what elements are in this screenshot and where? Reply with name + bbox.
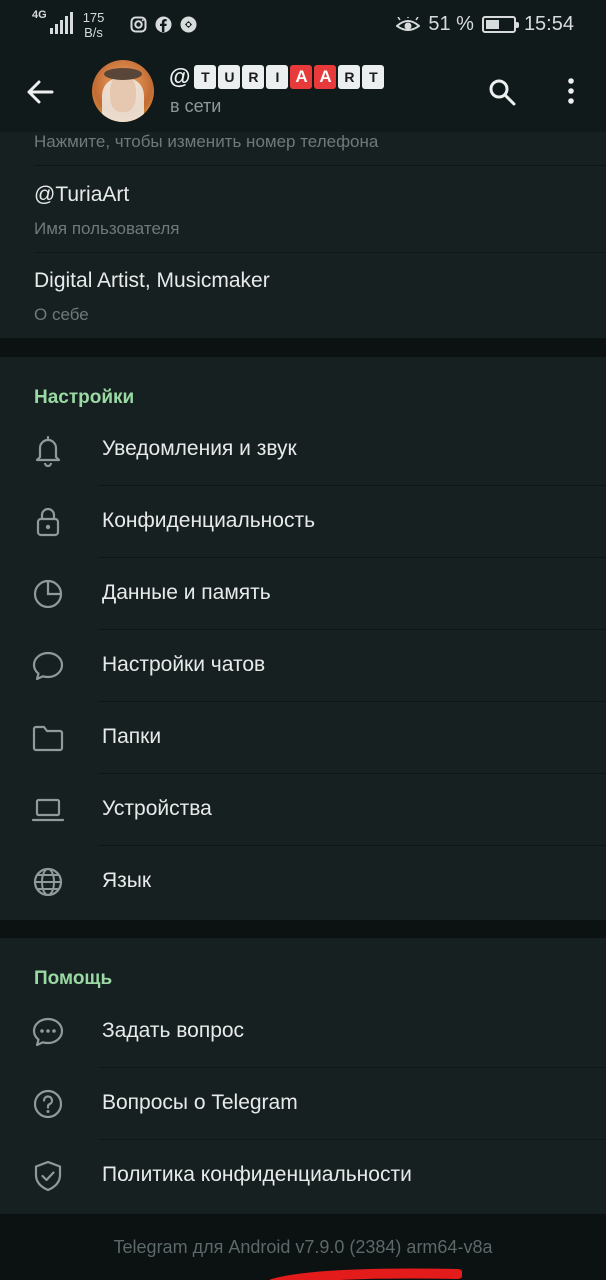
bell-icon [31,433,65,467]
name-tile: I [266,65,289,89]
name-tile: U [218,65,241,89]
app-version: Telegram для Android v7.9.0 (2384) arm64… [113,1237,493,1257]
help-item-label: Политика конфиденциальности [102,1163,412,1186]
name-tile: T [194,65,217,89]
network-indicator: 4G 175 B/s [32,9,105,41]
profile-header: @ T U R I A A R T в сети [0,54,606,132]
name-tile: A [290,65,313,89]
chat-bubble-icon [31,649,65,683]
battery-icon [481,16,519,33]
more-options-button[interactable] [562,76,580,106]
bio-label: О себе [34,305,89,324]
settings-title: Настройки [34,387,135,408]
help-item-telegram-faq[interactable]: Вопросы о Telegram [0,1068,606,1140]
help-item-ask-question[interactable]: Задать вопрос [0,996,606,1068]
help-item-privacy-policy[interactable]: Политика конфиденциальности [0,1140,606,1212]
search-icon [489,79,516,106]
phone-hint[interactable]: Нажмите, чтобы изменить номер телефона [34,132,378,152]
profile-name: @ T U R I A A R T [169,64,386,90]
status-bar: 4G 175 B/s 51 % 15:54 [0,0,606,54]
network-speed-unit: B/s [84,25,103,40]
help-title: Помощь [34,968,113,989]
folder-icon [31,721,65,755]
shield-check-icon [31,1159,65,1193]
settings-item-notifications[interactable]: Уведомления и звук [0,414,606,486]
username-value[interactable]: @TuriaArt [34,183,129,207]
more-vertical-icon [568,78,574,104]
game-icon [180,16,197,33]
instagram-icon [130,16,147,33]
help-item-label: Задать вопрос [102,1019,245,1042]
globe-icon [31,865,65,899]
settings-item-data-storage[interactable]: Данные и память [0,558,606,630]
settings-item-folders[interactable]: Папки [0,702,606,774]
footer: Telegram для Android v7.9.0 (2384) arm64… [0,1214,606,1280]
name-tile: A [314,65,337,89]
pie-chart-icon [31,577,65,611]
network-type: 4G [32,9,47,21]
arrow-left-icon [27,80,54,104]
network-speed: 175 B/s [83,10,105,40]
username-label: Имя пользователя [34,219,180,238]
settings-item-label: Папки [102,725,162,748]
network-speed-value: 175 [82,10,105,25]
signal-strength-icon [49,12,73,34]
profile-info: Нажмите, чтобы изменить номер телефона @… [0,132,606,338]
settings-item-label: Конфиденциальность [102,509,316,532]
name-tile: T [362,65,385,89]
battery-level [485,20,499,29]
battery-percent: 51 % [428,13,474,35]
chat-dots-icon [31,1015,65,1049]
settings-item-chat-settings[interactable]: Настройки чатов [0,630,606,702]
laptop-icon [31,793,65,827]
avatar[interactable] [92,60,154,122]
settings-section: Настройки Уведомления и звук Конфиденциа… [0,357,606,920]
notification-icons [130,16,197,33]
lock-icon [31,505,65,539]
back-button[interactable] [26,80,54,104]
clock: 15:54 [523,13,574,35]
red-scribble-mark [270,1268,462,1280]
search-button[interactable] [488,78,516,106]
help-item-label: Вопросы о Telegram [102,1091,298,1114]
settings-item-label: Устройства [102,797,212,820]
facebook-icon [155,16,172,33]
settings-item-language[interactable]: Язык [0,846,606,918]
help-section: Помощь Задать вопрос Вопросы о Telegram … [0,938,606,1214]
bio-value[interactable]: Digital Artist, Musicmaker [34,269,270,293]
name-tile: R [242,65,265,89]
status-right: 51 % 15:54 [396,13,574,36]
settings-item-label: Уведомления и звук [102,437,297,460]
eye-comfort-icon [396,16,421,33]
settings-item-label: Данные и память [102,581,271,604]
settings-item-devices[interactable]: Устройства [0,774,606,846]
question-circle-icon [31,1087,65,1121]
settings-item-privacy[interactable]: Конфиденциальность [0,486,606,558]
name-tile: R [338,65,361,89]
settings-item-label: Язык [102,869,152,892]
settings-item-label: Настройки чатов [102,653,266,676]
profile-name-prefix: @ [169,64,191,89]
online-status: в сети [170,96,222,116]
